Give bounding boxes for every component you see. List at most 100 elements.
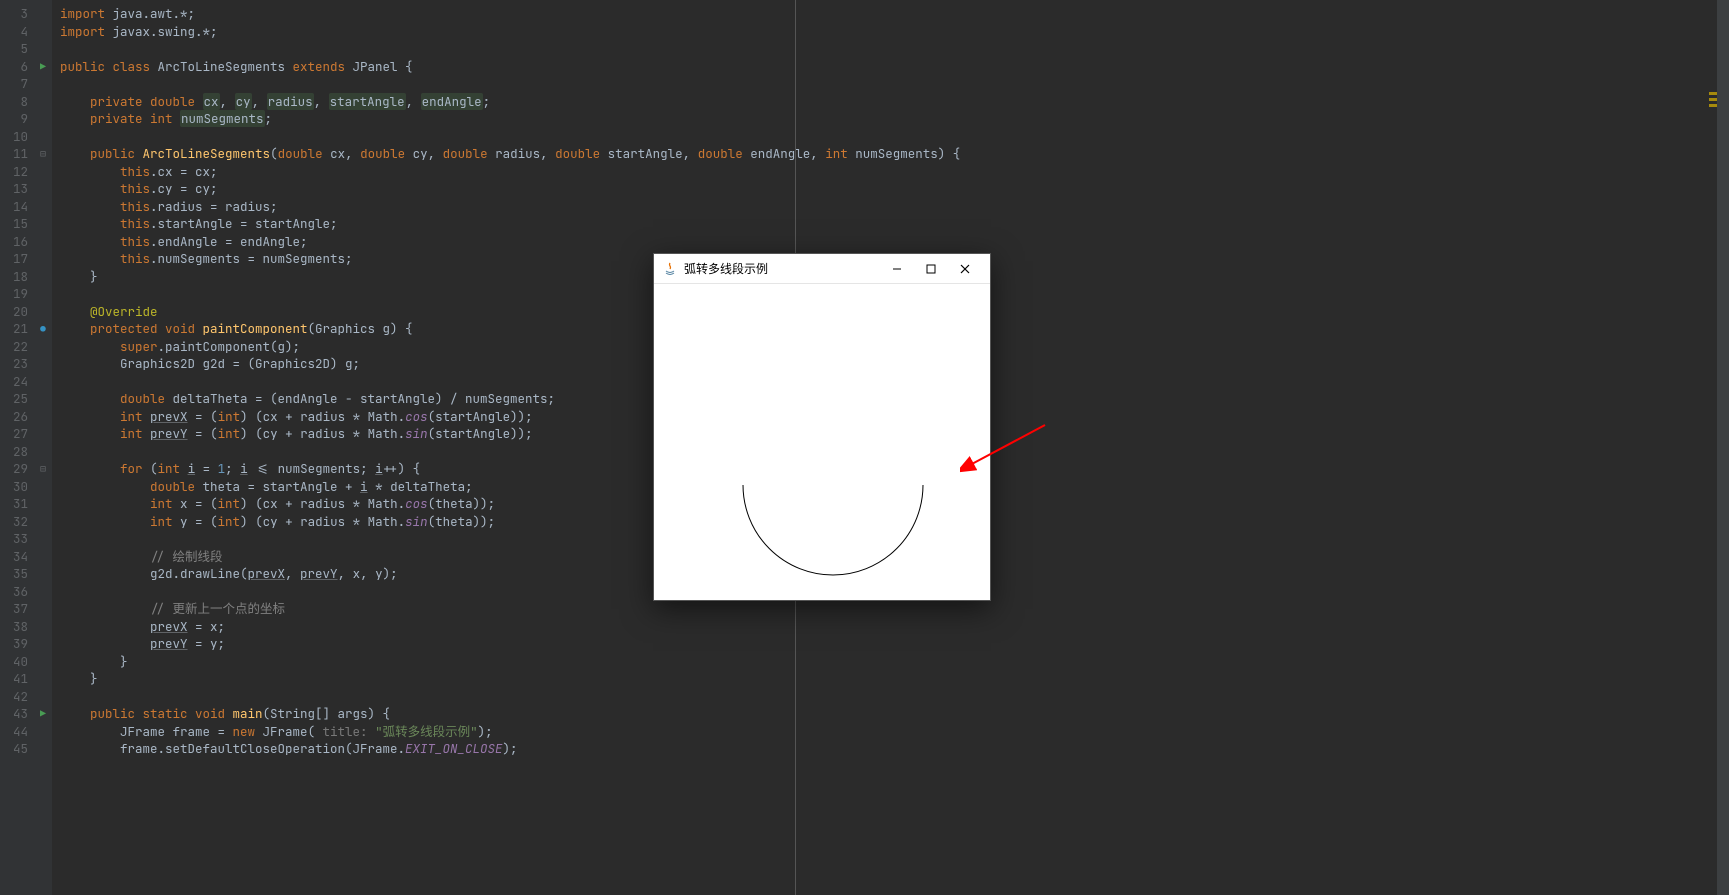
code-token: java.awt.*;	[113, 5, 196, 22]
code-line[interactable]: private int numSegments;	[52, 110, 1495, 128]
line-number[interactable]: 10	[0, 128, 34, 146]
line-number-gutter[interactable]: 3456789101112131415161718192021222324252…	[0, 0, 34, 895]
line-number[interactable]: 29	[0, 460, 34, 478]
warning-mark[interactable]	[1709, 104, 1717, 107]
code-line[interactable]: this.cx = cx;	[52, 163, 1495, 181]
code-line[interactable]: frame.setDefaultCloseOperation(JFrame.EX…	[52, 740, 1495, 758]
line-number[interactable]: 12	[0, 163, 34, 181]
line-number[interactable]: 9	[0, 110, 34, 128]
line-number[interactable]: 7	[0, 75, 34, 93]
fold-toggle[interactable]: ▶	[34, 705, 52, 723]
code-line[interactable]: import javax.swing.*;	[52, 23, 1495, 41]
line-number[interactable]: 41	[0, 670, 34, 688]
line-number[interactable]: 37	[0, 600, 34, 618]
error-stripe[interactable]	[1709, 0, 1717, 895]
line-number[interactable]: 23	[0, 355, 34, 373]
code-line[interactable]: // 更新上一个点的坐标	[52, 600, 1495, 618]
code-line[interactable]: public static void main(String[] args) {	[52, 705, 1495, 723]
fold-toggle[interactable]: ⊟	[34, 460, 52, 478]
code-line[interactable]: import java.awt.*;	[52, 5, 1495, 23]
run-gutter-icon[interactable]: ▶	[40, 707, 46, 720]
line-number[interactable]: 31	[0, 495, 34, 513]
code-line[interactable]: this.endAngle = endAngle;	[52, 233, 1495, 251]
line-number[interactable]: 15	[0, 215, 34, 233]
line-number[interactable]: 13	[0, 180, 34, 198]
fold-toggle	[34, 688, 52, 706]
line-number[interactable]: 44	[0, 723, 34, 741]
line-number[interactable]: 38	[0, 618, 34, 636]
line-number[interactable]: 22	[0, 338, 34, 356]
code-line[interactable]: }	[52, 670, 1495, 688]
line-number[interactable]: 42	[0, 688, 34, 706]
code-line[interactable]: prevX = x;	[52, 618, 1495, 636]
code-line[interactable]: }	[52, 653, 1495, 671]
line-number[interactable]: 5	[0, 40, 34, 58]
code-line[interactable]: public class ArcToLineSegments extends J…	[52, 58, 1495, 76]
code-token	[60, 303, 90, 320]
fold-toggle	[34, 355, 52, 373]
line-number[interactable]: 16	[0, 233, 34, 251]
fold-toggle[interactable]: ⊟	[34, 145, 52, 163]
code-token: import	[60, 23, 113, 40]
line-number[interactable]: 3	[0, 5, 34, 23]
line-number[interactable]: 32	[0, 513, 34, 531]
fold-toggle[interactable]: ●	[34, 320, 52, 338]
line-number[interactable]: 20	[0, 303, 34, 321]
line-number[interactable]: 43	[0, 705, 34, 723]
vertical-scrollbar[interactable]	[1717, 0, 1729, 895]
line-number[interactable]: 35	[0, 565, 34, 583]
code-token: @Override	[90, 303, 158, 320]
line-number[interactable]: 11	[0, 145, 34, 163]
line-number[interactable]: 36	[0, 583, 34, 601]
fold-toggle[interactable]: ▶	[34, 58, 52, 76]
minimize-button[interactable]	[880, 254, 914, 284]
code-line[interactable]	[52, 75, 1495, 93]
code-token: JPanel {	[353, 58, 413, 75]
line-number[interactable]: 17	[0, 250, 34, 268]
code-token: numSegments	[180, 110, 265, 127]
fold-column[interactable]: ▶ ⊟ ● ⊟ ▶	[34, 0, 52, 895]
code-line[interactable]: private double cx, cy, radius, startAngl…	[52, 93, 1495, 111]
line-number[interactable]: 30	[0, 478, 34, 496]
run-gutter-icon[interactable]: ▶	[40, 60, 46, 73]
warning-mark[interactable]	[1709, 92, 1717, 95]
line-number[interactable]: 18	[0, 268, 34, 286]
code-line[interactable]	[52, 128, 1495, 146]
line-number[interactable]: 40	[0, 653, 34, 671]
code-line[interactable]: JFrame frame = new JFrame( title: "弧转多线段…	[52, 723, 1495, 741]
code-line[interactable]: prevY = y;	[52, 635, 1495, 653]
override-icon[interactable]: ●	[40, 323, 45, 335]
warning-mark[interactable]	[1709, 98, 1717, 101]
line-number[interactable]: 28	[0, 443, 34, 461]
line-number[interactable]: 8	[0, 93, 34, 111]
line-number[interactable]: 39	[0, 635, 34, 653]
code-line[interactable]	[52, 688, 1495, 706]
line-number[interactable]: 14	[0, 198, 34, 216]
maximize-button[interactable]	[914, 254, 948, 284]
code-token: }	[60, 670, 98, 687]
line-number[interactable]: 25	[0, 390, 34, 408]
code-line[interactable]: this.startAngle = startAngle;	[52, 215, 1495, 233]
line-number[interactable]: 4	[0, 23, 34, 41]
line-number[interactable]: 34	[0, 548, 34, 566]
line-number[interactable]: 45	[0, 740, 34, 758]
code-line[interactable]	[52, 40, 1495, 58]
swing-window[interactable]: 弧转多线段示例	[653, 253, 991, 601]
line-number[interactable]: 6	[0, 58, 34, 76]
line-number[interactable]: 26	[0, 408, 34, 426]
code-token: radius,	[495, 145, 555, 162]
code-token: (	[150, 460, 158, 477]
code-token: (theta));	[428, 495, 496, 512]
code-line[interactable]: public ArcToLineSegments(double cx, doub…	[52, 145, 1495, 163]
code-token	[60, 460, 120, 477]
swing-titlebar[interactable]: 弧转多线段示例	[654, 254, 990, 284]
close-button[interactable]	[948, 254, 982, 284]
code-token	[60, 390, 120, 407]
line-number[interactable]: 27	[0, 425, 34, 443]
code-line[interactable]: this.cy = cy;	[52, 180, 1495, 198]
line-number[interactable]: 21	[0, 320, 34, 338]
line-number[interactable]: 19	[0, 285, 34, 303]
line-number[interactable]: 33	[0, 530, 34, 548]
code-line[interactable]: this.radius = radius;	[52, 198, 1495, 216]
line-number[interactable]: 24	[0, 373, 34, 391]
